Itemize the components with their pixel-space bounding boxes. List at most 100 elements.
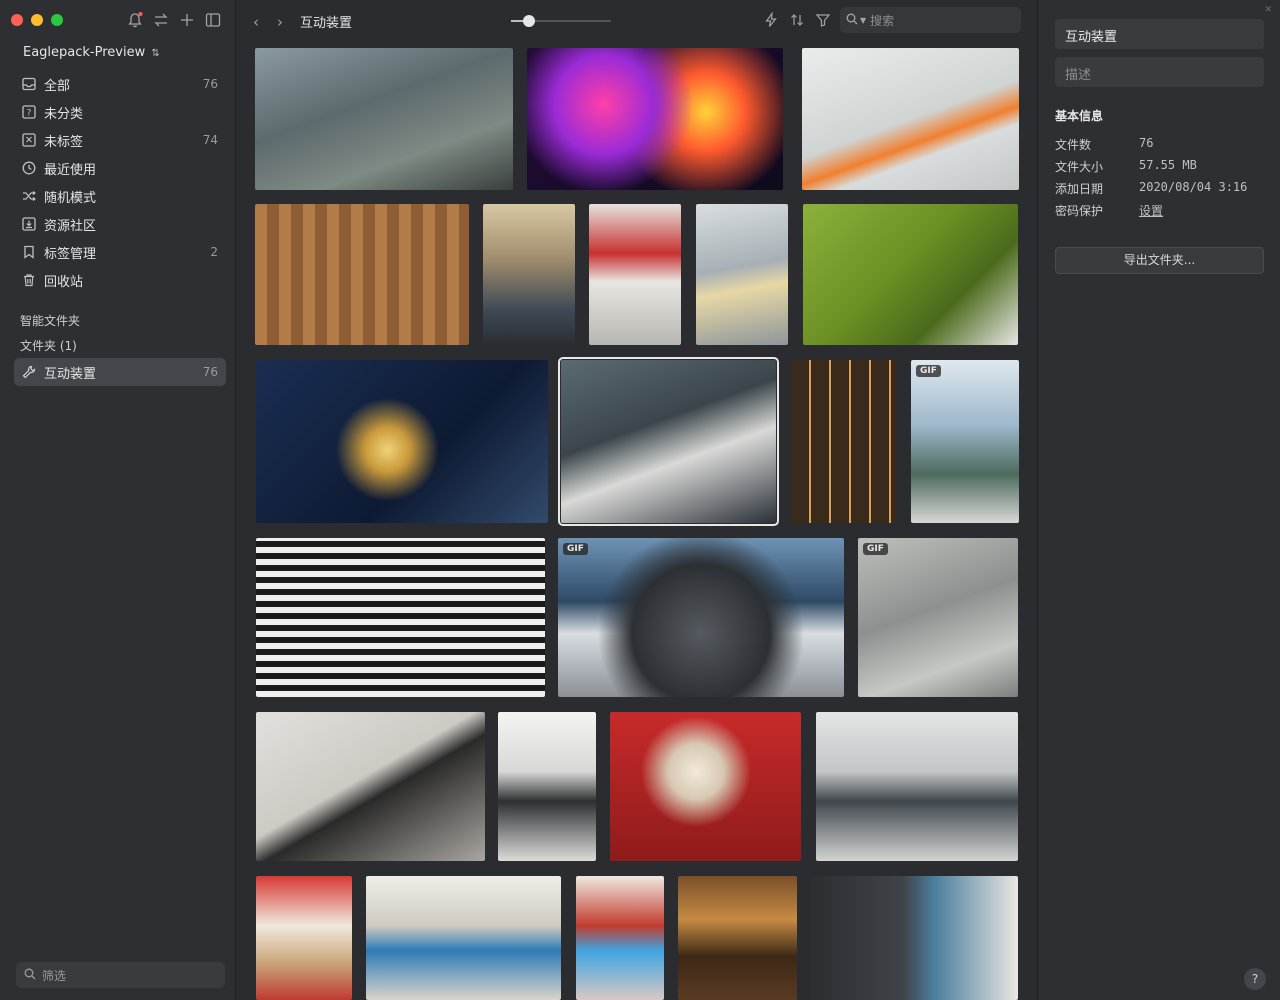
toggle-sidebar-icon[interactable] [204, 11, 222, 29]
export-folder-button[interactable]: 导出文件夹... [1055, 247, 1264, 274]
filter-input[interactable]: 筛选 [16, 962, 225, 988]
svg-text:?: ? [27, 109, 32, 119]
thumbnail-item[interactable] [483, 204, 575, 345]
inspector-panel: ✕ 互动装置 描述 基本信息 文件数 76 文件大小 57.55 MB 添加日期… [1037, 0, 1280, 1000]
folder-count: 76 [202, 365, 218, 379]
sidebar-item-trash[interactable]: 回收站 [14, 266, 226, 294]
description-field[interactable]: 描述 [1055, 57, 1264, 87]
thumbnail-item[interactable] [255, 48, 513, 190]
unknown-icon: ? [22, 105, 36, 119]
thumbnail-item[interactable] [256, 538, 545, 697]
forward-icon[interactable]: › [277, 13, 283, 31]
thumbnail-item[interactable] [696, 204, 788, 345]
sidebar-nav: 全部 76 ? 未分类 未标签 74 最近使用 随机模式 资源社区 标签管理 2… [14, 70, 226, 294]
sidebar-item-untagged[interactable]: 未标签 74 [14, 126, 226, 154]
thumbnail-item[interactable] [589, 204, 681, 345]
thumbnail-item[interactable] [610, 712, 801, 861]
thumbnail-item[interactable] [802, 48, 1019, 190]
sidebar-item-all[interactable]: 全部 76 [14, 70, 226, 98]
thumbnail-item[interactable] [576, 876, 664, 1000]
thumbnail-item[interactable] [678, 876, 797, 1000]
image-grid: GIF GIF GIF [237, 40, 1037, 1000]
filter-icon[interactable] [815, 12, 831, 28]
info-label: 密码保护 [1055, 204, 1104, 218]
thumbnail-item[interactable] [256, 360, 548, 523]
close-window-button[interactable] [11, 14, 23, 26]
inbox-icon [22, 77, 36, 91]
sidebar-item-label: 回收站 [44, 274, 84, 290]
smart-folders-heading[interactable]: 智能文件夹 [20, 312, 80, 329]
search-input[interactable]: ▼ 搜索 [840, 7, 1021, 33]
gif-badge: GIF [563, 543, 588, 555]
thumbnail-item[interactable]: GIF [911, 360, 1019, 523]
sort-icon[interactable] [789, 12, 805, 28]
main-content: ‹ › 互动装置 ▼ 搜索 GIF GIF GIF [237, 0, 1037, 1000]
sidebar-item-label: 最近使用 [44, 162, 97, 178]
sidebar-item-label: 随机模式 [44, 190, 97, 206]
thumbnail-item[interactable] [366, 876, 561, 1000]
sidebar-item-label: 未分类 [44, 106, 84, 122]
thumbnail-item[interactable] [816, 712, 1018, 861]
sidebar-item-community[interactable]: 资源社区 [14, 210, 226, 238]
info-value: 2020/08/04 3:16 [1139, 180, 1248, 194]
help-button[interactable]: ? [1244, 968, 1266, 990]
sidebar-item-label: 资源社区 [44, 218, 97, 234]
folder-label: 互动装置 [44, 366, 97, 382]
folder-item-interactive[interactable]: 互动装置 76 [14, 358, 226, 386]
sidebar-item-label: 标签管理 [44, 246, 97, 262]
gif-badge: GIF [863, 543, 888, 555]
info-label: 文件数 [1055, 138, 1092, 152]
thumbnail-item[interactable] [498, 712, 596, 861]
info-row-date-added: 添加日期 2020/08/04 3:16 [1055, 180, 1247, 197]
sidebar-item-uncategorized[interactable]: ? 未分类 [14, 98, 226, 126]
sidebar-item-random[interactable]: 随机模式 [14, 182, 226, 210]
thumbnail-item[interactable]: GIF [558, 538, 844, 697]
close-panel-icon[interactable]: ✕ [1264, 5, 1272, 15]
folder-name-field[interactable]: 互动装置 [1055, 19, 1264, 49]
thumbnail-item[interactable] [810, 876, 1018, 1000]
search-placeholder: 搜索 [870, 13, 895, 28]
thumbnail-item[interactable] [558, 357, 779, 526]
thumbnail-item[interactable] [255, 204, 469, 345]
info-value: 57.55 MB [1139, 158, 1197, 172]
wrench-icon [22, 365, 36, 379]
clock-icon [22, 161, 36, 175]
thumbnail-item[interactable] [256, 712, 485, 861]
item-count: 2 [210, 245, 218, 259]
thumbnail-item[interactable] [791, 360, 896, 523]
back-icon[interactable]: ‹ [253, 13, 259, 31]
folders-heading[interactable]: 文件夹 (1) [20, 337, 77, 354]
thumbnail-item[interactable] [256, 876, 352, 1000]
bell-icon[interactable] [126, 11, 144, 29]
item-count: 74 [202, 133, 218, 147]
sync-icon[interactable] [152, 11, 170, 29]
zoom-window-button[interactable] [51, 14, 63, 26]
chevron-down-icon: ▼ [860, 15, 867, 25]
password-settings-link[interactable]: 设置 [1139, 202, 1163, 219]
info-label: 添加日期 [1055, 182, 1104, 196]
library-switcher[interactable]: Eaglepack-Preview ⇅ [23, 45, 160, 60]
sidebar-item-tag-manager[interactable]: 标签管理 2 [14, 238, 226, 266]
main-toolbar: ‹ › 互动装置 ▼ 搜索 [237, 0, 1037, 40]
download-icon [22, 217, 36, 231]
zoom-slider[interactable] [511, 15, 611, 27]
thumbnail-item[interactable] [803, 204, 1018, 345]
window-controls [11, 14, 63, 26]
sidebar-item-recent[interactable]: 最近使用 [14, 154, 226, 182]
gif-badge: GIF [916, 365, 941, 377]
thumbnail-item[interactable]: GIF [858, 538, 1018, 697]
thumbnail-item[interactable] [527, 48, 783, 190]
sidebar-item-label: 全部 [44, 78, 71, 94]
lightning-icon[interactable] [763, 11, 779, 28]
sidebar-toolbar [126, 11, 222, 29]
section-heading: 基本信息 [1055, 109, 1104, 123]
minimize-window-button[interactable] [31, 14, 43, 26]
bookmark-icon [22, 245, 36, 259]
info-row-file-count: 文件数 76 [1055, 136, 1153, 153]
search-icon [24, 968, 36, 983]
add-icon[interactable] [178, 11, 196, 29]
item-count: 76 [202, 77, 218, 91]
zoom-slider-knob[interactable] [523, 15, 535, 27]
info-row-password: 密码保护 设置 [1055, 202, 1163, 219]
library-name: Eaglepack-Preview [23, 45, 146, 60]
